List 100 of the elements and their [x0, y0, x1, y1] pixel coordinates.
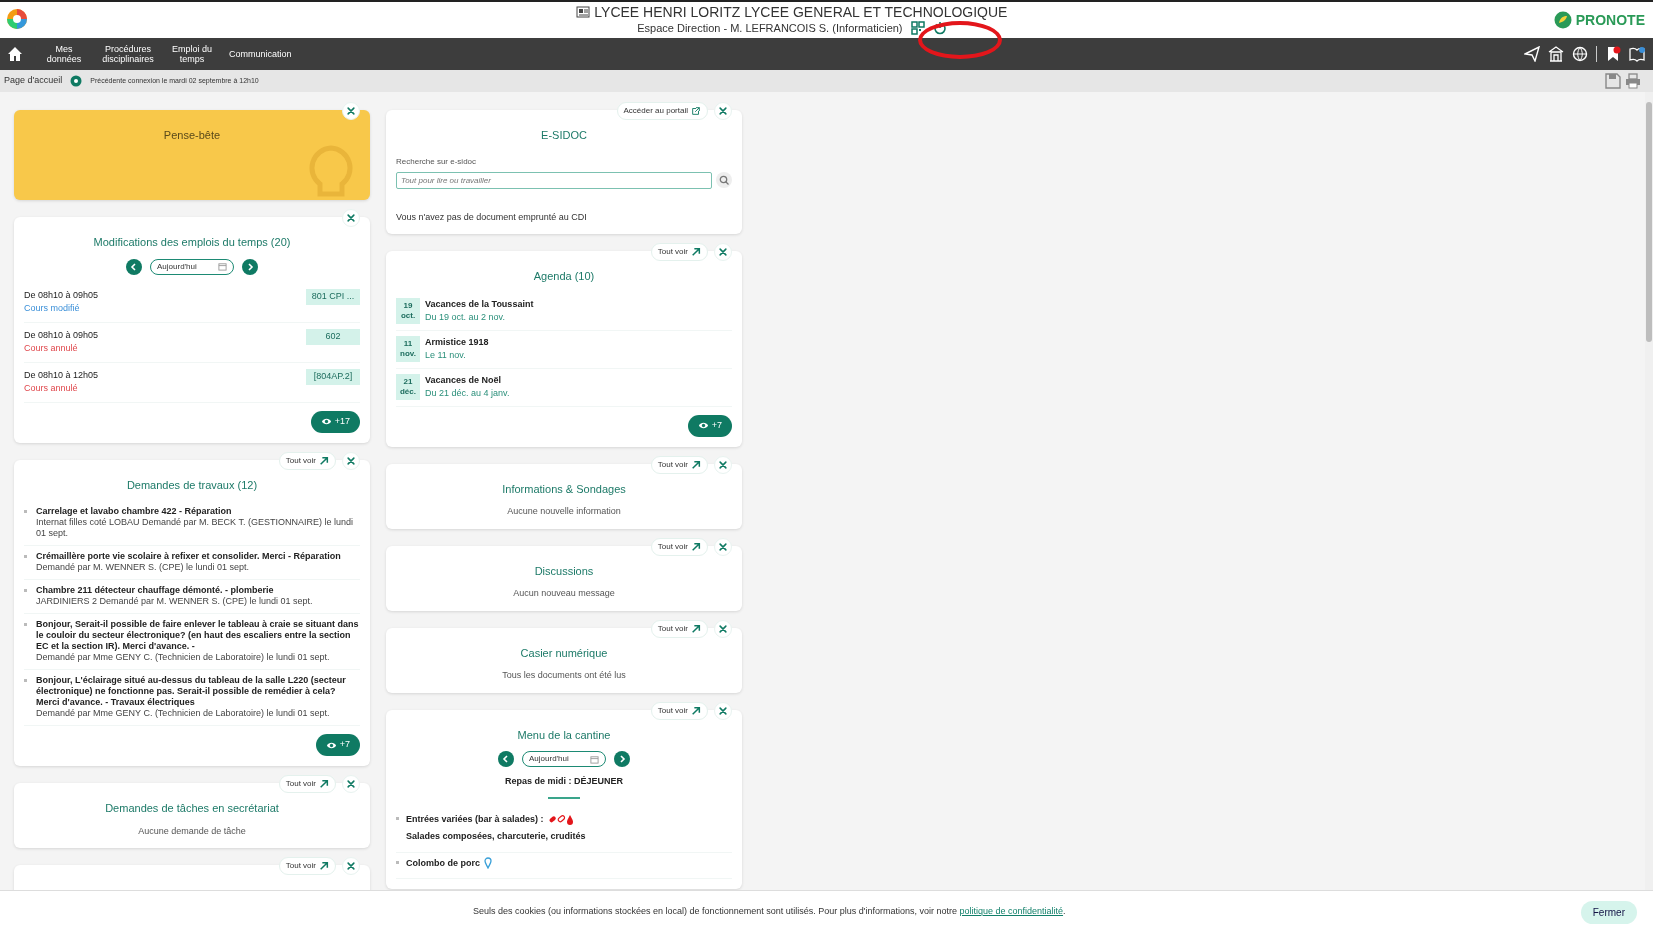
empty-message: Aucune demande de tâche	[137, 824, 247, 838]
show-more-button[interactable]: +7	[315, 734, 360, 756]
bookmark-icon[interactable]	[1605, 46, 1621, 62]
home-icon[interactable]	[6, 45, 24, 63]
close-icon	[718, 247, 728, 257]
see-all-link[interactable]: Tout voir	[650, 537, 708, 556]
school-title: LYCEE HENRI LORITZ LYCEE GENERAL ET TECHNOLOGIQUE	[594, 3, 1008, 20]
show-more-button[interactable]: +7	[687, 414, 732, 437]
close-button[interactable]	[342, 209, 360, 227]
empty-message: Tous les documents ont été lus	[501, 669, 627, 682]
date-badge: 21 déc.	[396, 373, 420, 400]
room-tag: [804AP.2]	[306, 368, 360, 385]
status-text: Cours modifié	[24, 302, 81, 315]
user-space-label: Espace Direction - M. LEFRANCOIS S. (Informaticien)	[637, 20, 903, 36]
info-message: Vous n'avez pas de document emprunté au CDI	[396, 210, 588, 224]
widget-title: Pense-bête	[162, 128, 222, 143]
close-button[interactable]	[714, 455, 732, 474]
close-button[interactable]	[342, 857, 360, 875]
nav-menu-item[interactable]: Mes données	[32, 44, 96, 64]
date-badge: 11 nov.	[396, 335, 420, 362]
close-icon	[346, 455, 356, 466]
close-button[interactable]	[714, 537, 732, 556]
close-button[interactable]	[342, 451, 360, 470]
date-field[interactable]: Aujourd'hui	[150, 258, 234, 275]
event-dates: Du 21 déc. au 4 janv.	[425, 387, 510, 400]
arrow-icon	[319, 861, 329, 871]
empty-message: Aucune nouvelle information	[506, 505, 622, 518]
close-icon	[718, 705, 728, 716]
request-title: Crémaillère porte vie scolaire à refixer et consolider. Merci - Réparation	[36, 551, 342, 562]
request-title: Bonjour, L'éclairage situé au-dessus du tableau de la salle L220 (secteur électronique) ne fonctionne pas. Serait-il possible de remédier à cela? Merci d'avance. - Travaux électriques	[36, 675, 347, 708]
calendar-icon	[218, 262, 227, 271]
widget-title: Discussions	[533, 563, 595, 579]
close-icon	[718, 106, 728, 116]
eye-icon	[697, 420, 709, 431]
chevron-left-icon	[129, 261, 139, 272]
close-cookie-button[interactable]: Fermer	[1580, 901, 1637, 924]
time-range: De 08h10 à 09h05	[24, 288, 99, 302]
cookie-notice: Seuls des cookies (ou informations stockées en local) de fonctionnement sont utilisés. Pour plus d'informations, voir notre politique de confidentialité.	[473, 904, 1066, 918]
search-button[interactable]	[716, 172, 732, 188]
arrow-icon	[691, 705, 701, 716]
close-button[interactable]	[714, 701, 732, 720]
close-button[interactable]	[714, 243, 732, 261]
close-button[interactable]	[342, 102, 360, 120]
bullet-icon	[24, 589, 27, 592]
scrollbar[interactable]	[1645, 92, 1653, 890]
previous-button[interactable]	[498, 751, 514, 767]
widget-title: Menu de la cantine	[516, 727, 612, 743]
arrow-icon	[691, 623, 701, 634]
request-detail: Demandé par M. WENNER S. (CPE) le lundi 01 sept.	[36, 562, 251, 573]
time-range: De 08h10 à 12h05	[24, 368, 99, 382]
see-all-link[interactable]: Tout voir	[650, 619, 708, 638]
close-button[interactable]	[714, 102, 732, 120]
scrollbar-thumb[interactable]	[1646, 102, 1652, 342]
book-icon[interactable]	[1629, 46, 1645, 62]
globe-icon[interactable]	[1572, 46, 1588, 62]
close-button[interactable]	[714, 619, 732, 638]
see-all-link[interactable]: Tout voir	[650, 455, 708, 474]
nav-menu-item[interactable]: Emploi du temps	[160, 44, 224, 64]
event-dates: Du 19 oct. au 2 nov.	[425, 311, 506, 324]
arrow-icon	[691, 459, 701, 470]
see-all-link[interactable]: Accéder au portail	[616, 102, 708, 120]
see-all-link[interactable]: Tout voir	[278, 451, 336, 470]
date-field[interactable]: Aujourd'hui	[522, 751, 606, 767]
widget-title: Informations & Sondages	[501, 481, 627, 497]
see-all-link[interactable]: Tout voir	[278, 775, 336, 793]
next-button[interactable]	[614, 751, 630, 767]
see-all-link[interactable]: Tout voir	[278, 857, 336, 875]
event-dates: Le 11 nov.	[425, 349, 467, 362]
lightbulb-drawing	[306, 144, 356, 200]
qr-code-icon[interactable]	[910, 21, 925, 35]
map-pin-icon	[484, 857, 492, 870]
meal-heading: Repas de midi : DÉJEUNER	[504, 775, 624, 788]
pronote-logo-icon	[1553, 11, 1572, 29]
close-button[interactable]	[342, 775, 360, 793]
time-range: De 08h10 à 09h05	[24, 328, 99, 342]
see-all-link[interactable]: Tout voir	[650, 243, 708, 261]
close-icon	[718, 541, 728, 552]
chevron-right-icon	[617, 754, 627, 764]
printer-icon[interactable]	[1625, 73, 1641, 89]
room-tag: 602	[306, 328, 360, 345]
event-title: Vacances de Noël	[425, 373, 503, 387]
show-more-button[interactable]: +17	[310, 410, 360, 433]
status-text: Cours annulé	[24, 342, 79, 355]
breadcrumb-page[interactable]: Page d'accueil	[4, 74, 63, 88]
power-icon[interactable]	[932, 21, 947, 35]
search-field[interactable]: Tout pour lire ou travailler	[396, 171, 712, 189]
widget-title: Casier numérique	[519, 645, 609, 661]
request-detail: JARDINIERS 2 Demandé par M. WENNER S. (CPE) le lundi 01 sept.	[36, 596, 314, 607]
bullet-icon	[24, 510, 27, 513]
previous-button[interactable]	[126, 258, 142, 275]
building-icon[interactable]	[1548, 46, 1564, 62]
id-card-icon	[576, 5, 591, 18]
see-all-link[interactable]: Tout voir	[650, 701, 708, 720]
save-icon[interactable]	[1605, 73, 1621, 89]
send-icon[interactable]	[1524, 46, 1540, 62]
next-button[interactable]	[242, 258, 258, 275]
nav-menu-item[interactable]: Procédures disciplinaires	[96, 44, 160, 64]
close-icon	[346, 779, 356, 789]
arrow-icon	[319, 455, 329, 466]
dish-description: Salades composées, charcuterie, crudités	[406, 830, 587, 843]
